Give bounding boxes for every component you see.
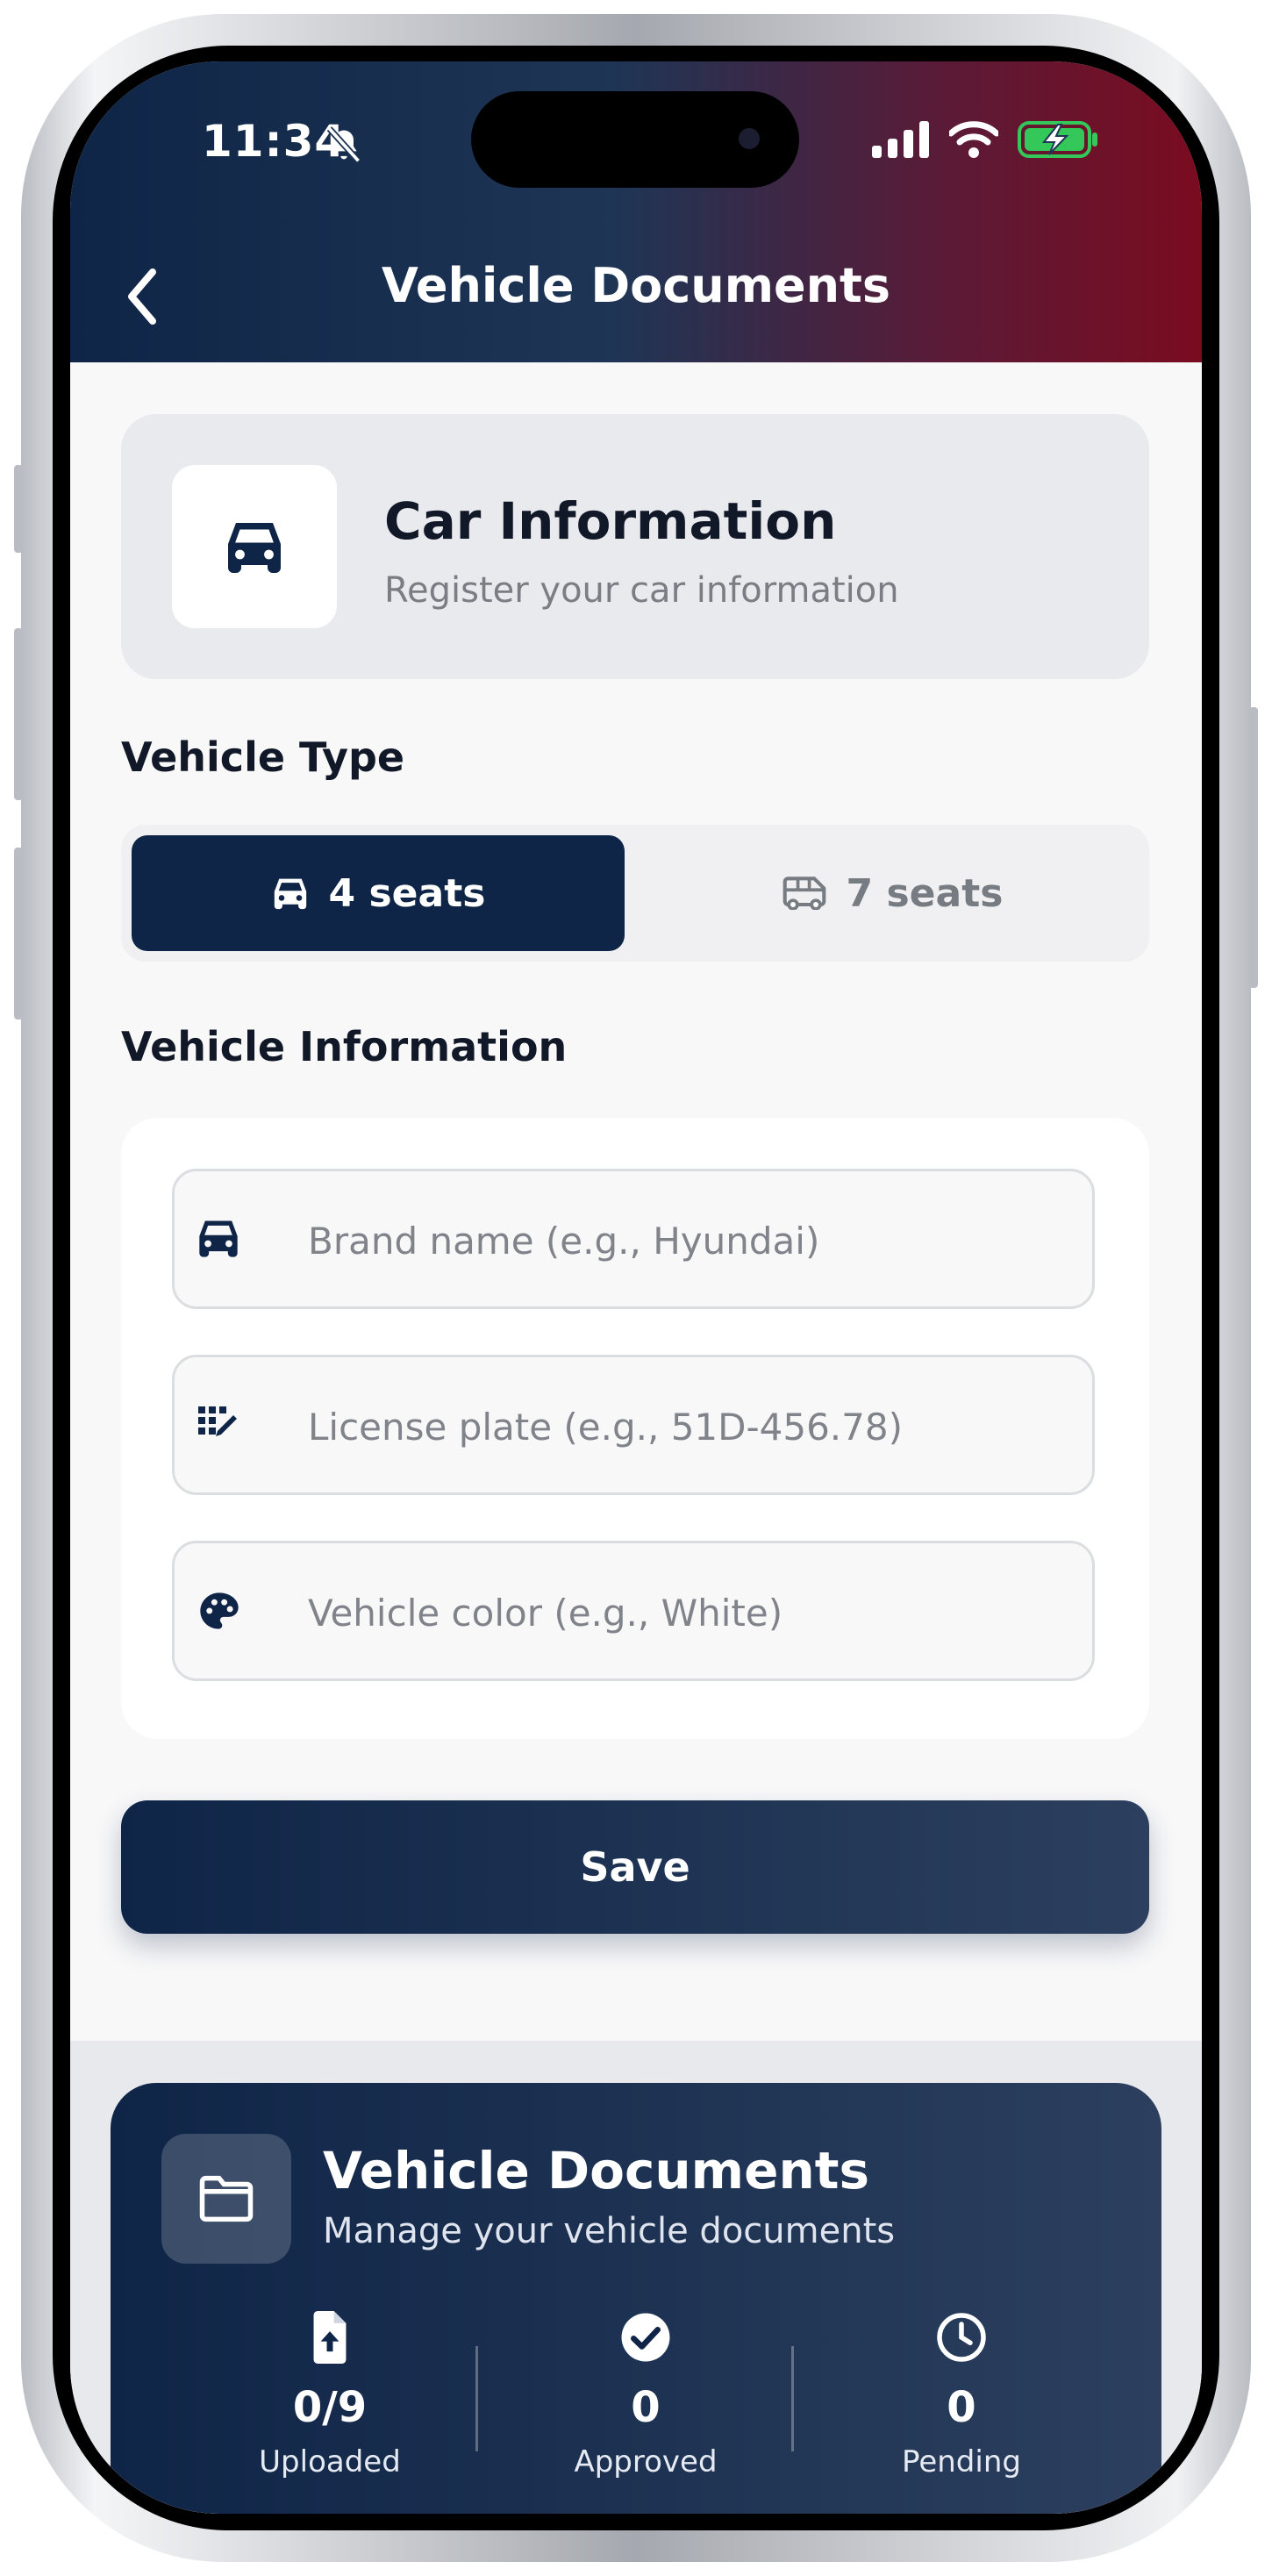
vehicle-type-label: Vehicle Type	[121, 733, 405, 781]
pending-stat: 0 Pending	[805, 2311, 1118, 2479]
brand-name-field	[172, 1169, 1095, 1309]
save-button[interactable]: Save	[121, 1800, 1149, 1934]
vehicle-type-4-seats-label: 4 seats	[328, 870, 486, 916]
app-header: 11:34 Vehicle Documents	[70, 61, 1202, 362]
uploaded-label: Uploaded	[259, 2444, 401, 2479]
car-information-card: Car Information Register your car inform…	[121, 414, 1149, 679]
volume-up-button	[14, 628, 23, 800]
car-icon	[199, 1220, 238, 1257]
vehicle-type-4-seats[interactable]: 4 seats	[132, 835, 625, 951]
car-information-subtitle: Register your car information	[384, 570, 899, 611]
vehicle-information-label: Vehicle Information	[121, 1023, 568, 1070]
front-camera	[739, 128, 760, 149]
vehicle-information-form	[121, 1118, 1149, 1739]
pending-count: 0	[947, 2383, 976, 2432]
van-icon	[782, 877, 825, 910]
stat-divider	[791, 2346, 794, 2451]
car-icon	[228, 523, 281, 573]
wifi-icon	[949, 121, 998, 158]
stat-divider	[475, 2346, 478, 2451]
license-plate-field	[172, 1355, 1095, 1495]
license-plate-input[interactable]	[306, 1392, 1073, 1461]
vehicle-documents-title: Vehicle Documents	[323, 2141, 869, 2200]
vehicle-documents-card[interactable]: Vehicle Documents Manage your vehicle do…	[111, 2083, 1161, 2514]
vehicle-color-field	[172, 1541, 1095, 1681]
car-icon-box	[172, 465, 337, 628]
vehicle-type-7-seats-label: 7 seats	[846, 870, 1004, 916]
action-button	[14, 465, 23, 553]
vehicle-type-7-seats[interactable]: 7 seats	[646, 835, 1139, 951]
clock-icon	[937, 2313, 986, 2362]
vehicle-color-input[interactable]	[306, 1578, 1073, 1647]
approved-stat: 0 Approved	[490, 2311, 802, 2479]
power-button	[1249, 707, 1258, 988]
bell-slash-icon	[326, 126, 361, 163]
app-screen: 11:34 Vehicle Documents Car Information …	[70, 61, 1202, 2514]
cellular-signal-icon	[872, 121, 929, 158]
dynamic-island	[471, 91, 799, 188]
folder-icon	[199, 2175, 254, 2222]
brand-name-input[interactable]	[306, 1206, 1073, 1275]
file-upload-icon	[313, 2311, 347, 2364]
uploaded-count: 0/9	[292, 2383, 368, 2432]
car-icon	[274, 878, 306, 910]
status-icons	[872, 119, 1098, 160]
folder-icon-box	[161, 2134, 291, 2264]
volume-down-button	[14, 848, 23, 1020]
car-information-title: Car Information	[384, 491, 837, 551]
page-title: Vehicle Documents	[381, 258, 891, 313]
pending-label: Pending	[902, 2444, 1021, 2479]
license-plate-icon	[198, 1406, 237, 1436]
approved-label: Approved	[574, 2444, 718, 2479]
approved-count: 0	[631, 2383, 661, 2432]
vehicle-documents-subtitle: Manage your vehicle documents	[323, 2211, 896, 2251]
uploaded-stat: 0/9 Uploaded	[174, 2311, 486, 2479]
battery-charging-icon	[1018, 121, 1097, 158]
vehicle-type-selector: 4 seats 7 seats	[121, 825, 1149, 962]
palette-icon	[200, 1592, 239, 1629]
check-circle-icon	[621, 2313, 670, 2362]
